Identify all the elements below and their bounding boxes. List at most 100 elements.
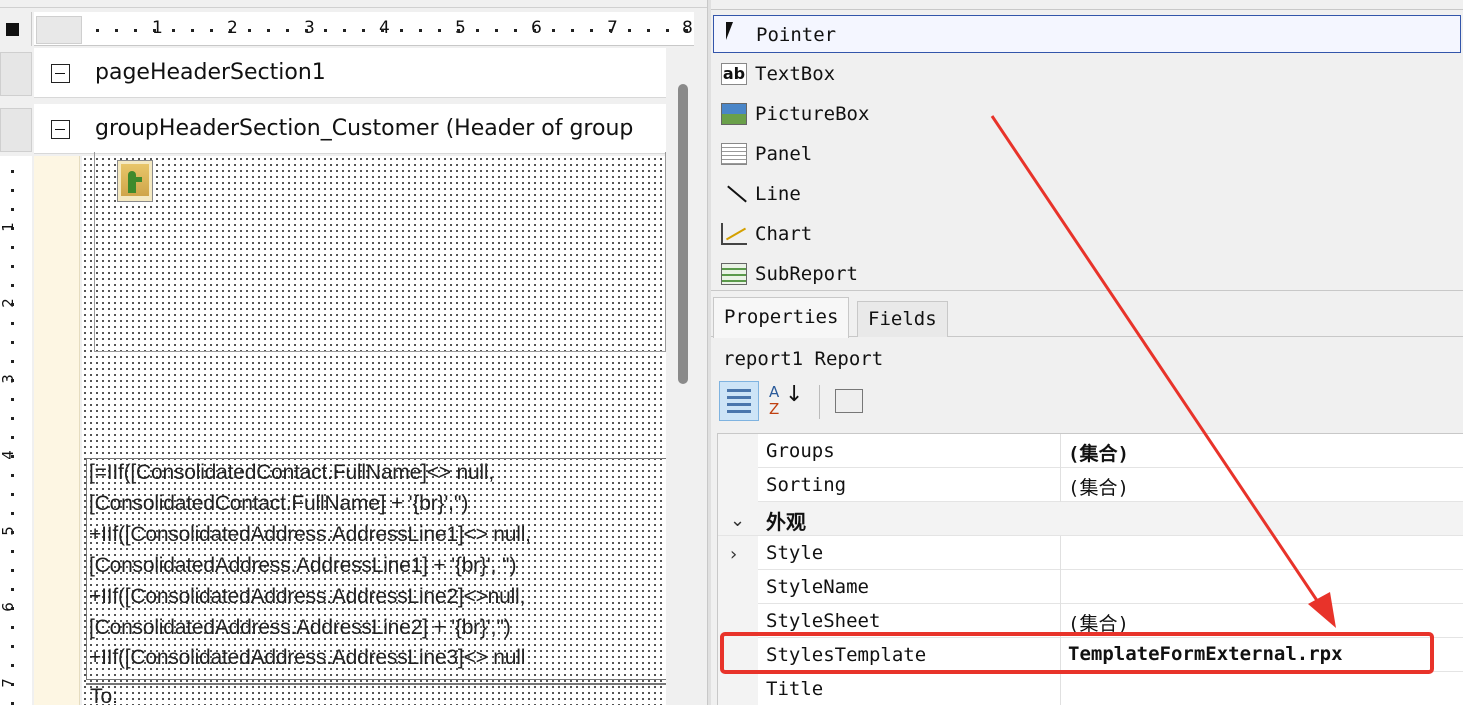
ruler-tick xyxy=(11,360,14,363)
ruler-tick xyxy=(11,341,14,344)
ruler-number: 1 xyxy=(152,18,163,38)
tool-label: Line xyxy=(755,183,801,205)
tool-chart[interactable]: Chart xyxy=(713,215,1461,253)
ruler-tick xyxy=(11,189,14,192)
collapse-icon[interactable] xyxy=(51,120,70,139)
textbox-line: [=IIf([ConsolidatedContact.FullName]<> n… xyxy=(89,461,494,484)
property-name: StyleName xyxy=(766,576,869,598)
ruler-tick xyxy=(191,29,194,32)
tool-line[interactable]: Line xyxy=(713,175,1461,213)
tool-label: PictureBox xyxy=(755,103,870,125)
textbox-line: [ConsolidatedAddress.AddressLine1] + '{b… xyxy=(89,554,517,577)
ruler-number: 5 xyxy=(0,526,17,536)
ruler-tick xyxy=(514,29,517,32)
picture-control[interactable] xyxy=(94,152,666,352)
address-textbox-control[interactable]: [=IIf([ConsolidatedContact.FullName]<> n… xyxy=(86,458,666,680)
tab-properties[interactable]: Properties xyxy=(713,297,850,338)
properties-tabs: Properties Fields xyxy=(711,297,1463,338)
ruler-tick xyxy=(362,29,365,32)
tool-picturebox[interactable]: PictureBox xyxy=(713,95,1461,133)
ruler-tick xyxy=(11,588,14,591)
section-margin-strip xyxy=(34,156,80,705)
picturebox-icon xyxy=(721,103,747,125)
ruler-tick xyxy=(552,29,555,32)
property-pages-button[interactable] xyxy=(829,381,869,421)
tab-fields[interactable]: Fields xyxy=(857,301,948,337)
textbox-icon: ab xyxy=(721,63,747,85)
ruler-tick xyxy=(11,227,14,230)
property-name: Style xyxy=(766,542,824,564)
ruler-number: 6 xyxy=(0,602,17,612)
property-name: Title xyxy=(766,678,824,700)
ruler-tick xyxy=(495,29,498,32)
property-row-style[interactable]: › Style xyxy=(718,536,1463,570)
alphabetical-sort-button[interactable]: A Z ↓ xyxy=(763,381,803,421)
ruler-number: 3 xyxy=(0,374,17,384)
ruler-tick xyxy=(419,29,422,32)
highlight-box xyxy=(720,632,1434,674)
tool-subreport[interactable]: SubReport xyxy=(713,255,1461,290)
ruler-tick xyxy=(134,29,137,32)
ruler-tick xyxy=(11,569,14,572)
panel-icon xyxy=(721,143,747,165)
textbox-line: [ConsolidatedContact.FullName] + '{br}',… xyxy=(89,492,469,515)
tool-textbox[interactable]: ab TextBox xyxy=(713,55,1461,93)
ruler-tick xyxy=(381,29,384,32)
selected-object-label[interactable]: report1 Report xyxy=(723,348,883,370)
toolbox-panel: Pointer ab TextBox PictureBox Panel Line… xyxy=(711,0,1463,290)
sort-z-glyph: Z xyxy=(769,400,780,418)
section-label: pageHeaderSection1 xyxy=(95,60,326,85)
ruler-tick xyxy=(11,170,14,173)
ruler-number: 1 xyxy=(0,222,17,232)
collapse-icon[interactable] xyxy=(51,64,70,83)
tool-panel[interactable]: Panel xyxy=(713,135,1461,173)
ruler-tick xyxy=(229,29,232,32)
tool-label: Pointer xyxy=(756,24,837,46)
property-name: Groups xyxy=(766,440,835,462)
ruler-tick xyxy=(628,29,631,32)
property-category-appearance[interactable]: ⌄ 外观 xyxy=(718,502,1463,536)
property-name: StyleSheet xyxy=(766,610,881,632)
ruler-tick xyxy=(11,664,14,667)
ruler-tick xyxy=(11,246,14,249)
square-icon xyxy=(6,23,19,36)
ruler-corner-button[interactable] xyxy=(0,12,32,46)
designer-top-toolbar xyxy=(0,0,707,8)
section-gutter xyxy=(0,52,32,96)
section-label: groupHeaderSection_Customer (Header of g… xyxy=(95,116,634,141)
tool-label: Chart xyxy=(755,223,813,245)
property-row-sorting[interactable]: Sorting (集合) xyxy=(718,468,1463,502)
page-header-section-bar[interactable]: pageHeaderSection1 xyxy=(34,48,666,98)
categorized-view-button[interactable] xyxy=(719,381,759,421)
chevron-right-icon[interactable]: › xyxy=(730,544,737,565)
ruler-tick xyxy=(11,626,14,629)
vertical-scrollbar[interactable] xyxy=(678,84,688,384)
ruler-tick xyxy=(590,29,593,32)
ruler-number: 8 xyxy=(682,18,693,38)
property-row-title[interactable]: Title xyxy=(718,672,1463,705)
ruler-tick xyxy=(571,29,574,32)
ruler-number: 3 xyxy=(304,18,315,38)
ruler-tick xyxy=(324,29,327,32)
property-row-groups[interactable]: Groups (集合) xyxy=(718,434,1463,468)
tool-label: Panel xyxy=(755,143,813,165)
tool-pointer[interactable]: Pointer xyxy=(713,15,1461,53)
ruler-number: 4 xyxy=(379,18,390,38)
properties-toolbar: A Z ↓ xyxy=(719,381,879,423)
line-icon xyxy=(721,183,747,205)
property-value[interactable]: (集合) xyxy=(1068,439,1129,466)
toolbar-separator xyxy=(819,385,820,419)
group-header-section-bar[interactable]: groupHeaderSection_Customer (Header of g… xyxy=(34,104,666,154)
design-canvas[interactable]: [=IIf([ConsolidatedContact.FullName]<> n… xyxy=(82,152,666,705)
ruler-number: 7 xyxy=(0,678,17,688)
property-value[interactable]: (集合) xyxy=(1068,473,1129,500)
ruler-tick xyxy=(153,29,156,32)
property-row-stylename[interactable]: StyleName xyxy=(718,570,1463,604)
ruler-tick xyxy=(286,29,289,32)
ruler-tick xyxy=(438,29,441,32)
ruler-tick xyxy=(96,29,99,32)
section-gutter xyxy=(0,108,32,152)
chevron-down-icon[interactable]: ⌄ xyxy=(730,510,745,531)
to-textbox-control[interactable]: To: xyxy=(86,683,666,705)
ruler-tick xyxy=(115,29,118,32)
